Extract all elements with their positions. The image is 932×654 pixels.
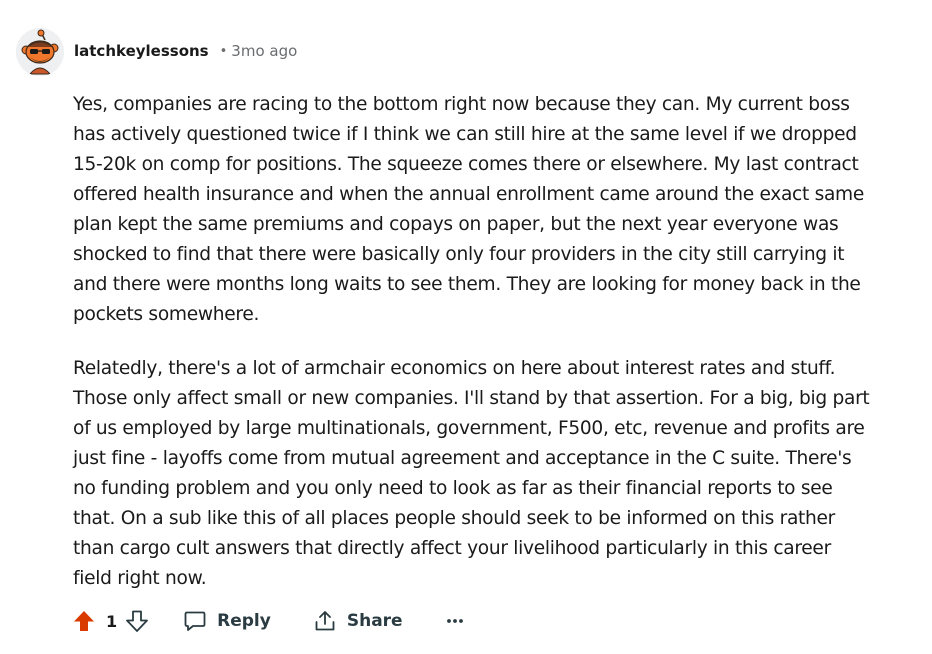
comment-timestamp[interactable]: 3mo ago [231, 42, 297, 60]
meta-separator: • [219, 43, 228, 59]
downvote-icon[interactable] [125, 609, 149, 633]
share-icon [313, 609, 337, 633]
comment-action-bar: 1 Reply Share [72, 604, 464, 638]
reply-button[interactable]: Reply [183, 609, 271, 633]
comment-paragraph: Yes, companies are racing to the bottom … [73, 94, 865, 325]
speech-bubble-icon [183, 609, 207, 633]
share-button[interactable]: Share [313, 609, 403, 633]
author-username[interactable]: latchkeylessons [74, 42, 209, 60]
user-avatar[interactable] [16, 28, 64, 76]
snoo-avatar-icon [16, 28, 64, 76]
comment-header: latchkeylessons • 3mo ago [74, 42, 297, 60]
comment-paragraph: Relatedly, there's a lot of armchair eco… [73, 358, 870, 589]
reply-label: Reply [217, 611, 271, 631]
ellipsis-icon [446, 609, 464, 633]
comment: latchkeylessons • 3mo ago Yes, companies… [0, 0, 932, 654]
vote-score: 1 [106, 611, 118, 631]
upvote-icon[interactable] [72, 609, 96, 633]
vote-controls: 1 [72, 609, 149, 633]
more-options-button[interactable] [446, 609, 464, 633]
share-label: Share [346, 611, 403, 631]
comment-body: Yes, companies are racing to the bottom … [73, 90, 903, 594]
